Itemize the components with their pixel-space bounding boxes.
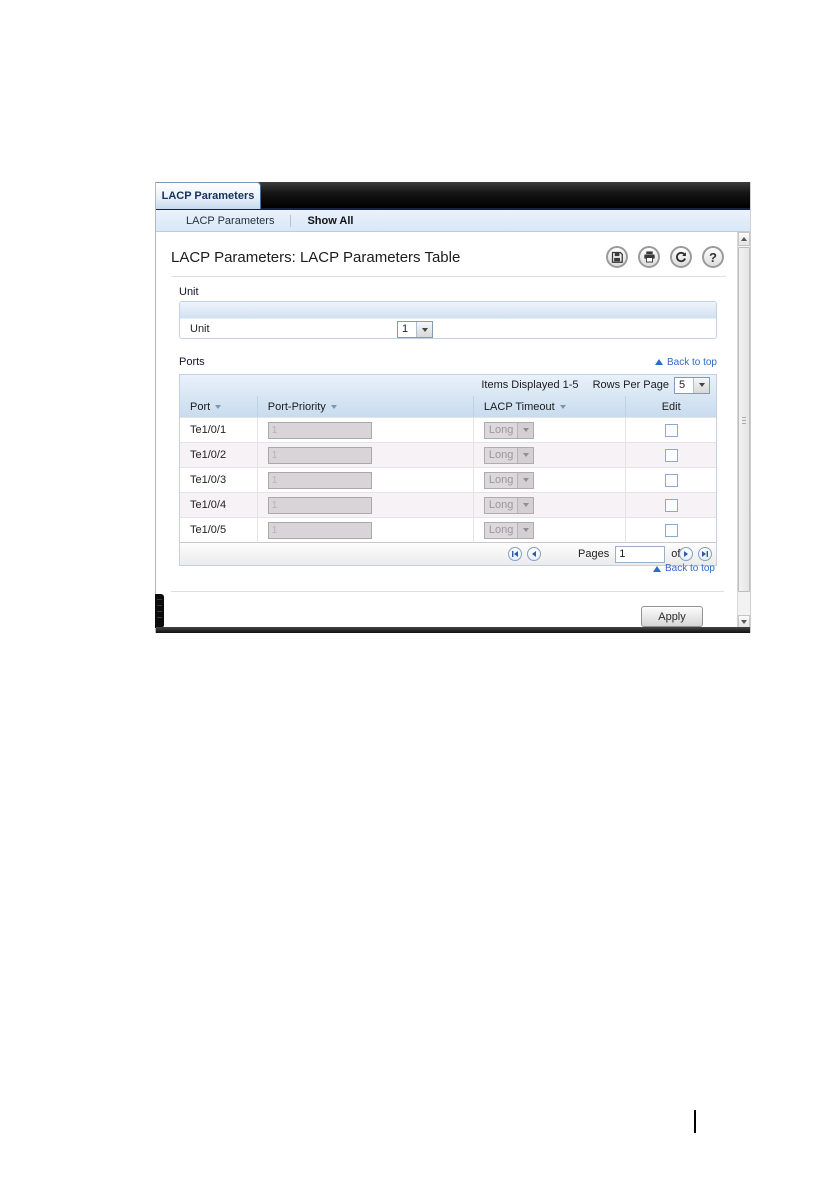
lacp-timeout-select: Long xyxy=(483,421,535,439)
chevron-down-icon xyxy=(517,497,534,513)
back-to-top-link[interactable]: Back to top xyxy=(654,357,717,368)
last-page-button[interactable] xyxy=(698,547,712,561)
print-button[interactable] xyxy=(638,246,660,268)
save-button[interactable] xyxy=(606,246,628,268)
chevron-down-icon xyxy=(693,377,709,393)
app-window: LACP Parameters LACP Parameters Show All… xyxy=(155,182,751,633)
ports-table: Items Displayed 1-5 Rows Per Page 5 Port xyxy=(179,374,717,566)
table-row: Te1/0/5 Long xyxy=(180,517,716,542)
table-row: Te1/0/3 Long xyxy=(180,467,716,492)
up-triangle-icon xyxy=(654,359,663,365)
subnav-item-show-all[interactable]: Show All xyxy=(291,210,369,231)
edit-checkbox[interactable] xyxy=(664,473,678,487)
sort-icon xyxy=(330,404,337,409)
title-divider xyxy=(171,276,726,277)
edit-checkbox[interactable] xyxy=(664,498,678,512)
scroll-up-button[interactable] xyxy=(738,232,750,246)
edit-checkbox[interactable] xyxy=(664,423,678,437)
scrollbar-grip-icon xyxy=(742,419,746,421)
tab-lacp-parameters[interactable]: LACP Parameters xyxy=(156,182,261,209)
unit-select[interactable]: 1 xyxy=(397,321,433,338)
scroll-up-icon xyxy=(741,237,747,241)
page-number-input[interactable] xyxy=(615,545,666,563)
unit-section-label: Unit xyxy=(179,286,199,298)
back-to-top-link[interactable]: Back to top xyxy=(652,563,715,574)
ports-section-label: Ports xyxy=(179,356,205,368)
items-displayed: Items Displayed 1-5 xyxy=(481,379,579,391)
port-cell: Te1/0/3 xyxy=(190,474,227,486)
edit-checkbox[interactable] xyxy=(664,523,678,537)
table-pagination: Pages of 5 xyxy=(180,542,716,565)
chevron-down-icon xyxy=(416,322,432,337)
ports-table-header: Items Displayed 1-5 Rows Per Page 5 Port xyxy=(180,375,716,417)
refresh-button[interactable] xyxy=(670,246,692,268)
footer-divider xyxy=(171,591,724,592)
chevron-down-icon xyxy=(517,522,534,538)
apply-button[interactable]: Apply xyxy=(641,606,703,627)
scrollbar-thumb[interactable] xyxy=(738,247,750,592)
sort-icon xyxy=(215,404,222,409)
port-priority-input xyxy=(267,521,372,539)
unit-select-value: 1 xyxy=(402,323,409,335)
sort-icon xyxy=(559,404,566,409)
port-cell: Te1/0/1 xyxy=(190,424,227,436)
previous-page-button[interactable] xyxy=(527,547,541,561)
column-header-port[interactable]: Port xyxy=(180,396,257,417)
subnav-item-lacp-parameters[interactable]: LACP Parameters xyxy=(170,210,290,231)
next-page-button[interactable] xyxy=(679,547,693,561)
table-row: Te1/0/1 Long xyxy=(180,417,716,442)
port-cell: Te1/0/5 xyxy=(190,524,227,536)
side-panel-handle[interactable] xyxy=(155,594,164,628)
column-header-edit: Edit xyxy=(625,396,716,417)
chevron-down-icon xyxy=(517,472,534,488)
first-page-icon xyxy=(511,550,519,558)
rows-per-page-label: Rows Per Page xyxy=(592,379,669,391)
column-header-port-priority[interactable]: Port-Priority xyxy=(256,396,473,417)
lacp-timeout-select: Long xyxy=(483,446,535,464)
save-icon xyxy=(611,251,623,263)
rows-per-page-value: 5 xyxy=(679,378,686,391)
vertical-scrollbar[interactable] xyxy=(737,232,750,629)
lacp-timeout-select: Long xyxy=(483,521,535,539)
table-row: Te1/0/4 Long xyxy=(180,492,716,517)
help-icon: ? xyxy=(709,249,717,265)
edit-checkbox[interactable] xyxy=(664,448,678,462)
port-cell: Te1/0/2 xyxy=(190,449,227,461)
next-page-icon xyxy=(682,550,690,558)
lacp-timeout-select: Long xyxy=(483,471,535,489)
port-priority-input xyxy=(267,471,372,489)
toolbar: ? xyxy=(606,246,724,268)
help-button[interactable]: ? xyxy=(702,246,724,268)
scroll-down-icon xyxy=(741,620,747,624)
subnav: LACP Parameters Show All xyxy=(156,210,750,232)
port-priority-input xyxy=(267,421,372,439)
first-page-button[interactable] xyxy=(508,547,522,561)
pages-label: Pages xyxy=(578,548,610,560)
tab-band: LACP Parameters xyxy=(156,182,750,210)
chevron-down-icon xyxy=(517,422,534,438)
port-priority-input xyxy=(267,496,372,514)
previous-page-icon xyxy=(530,550,538,558)
last-page-icon xyxy=(701,550,709,558)
table-row: Te1/0/2 Long xyxy=(180,442,716,467)
unit-panel-header xyxy=(180,302,716,319)
print-icon xyxy=(643,251,656,263)
refresh-icon xyxy=(675,251,687,263)
column-header-lacp-timeout[interactable]: LACP Timeout xyxy=(472,396,625,417)
up-triangle-icon xyxy=(652,565,661,572)
lacp-timeout-select: Long xyxy=(483,496,535,514)
window-bottom-strip xyxy=(156,627,750,633)
document-page: { "colors": { "link_blue": "#2e6bc0", "t… xyxy=(0,0,840,1192)
content-area: LACP Parameters: LACP Parameters Table ?… xyxy=(156,232,750,629)
port-cell: Te1/0/4 xyxy=(190,499,227,511)
tab-label: LACP Parameters xyxy=(161,190,255,202)
rows-per-page-select[interactable]: 5 xyxy=(674,376,710,394)
page-footer-mark xyxy=(694,1110,696,1133)
page-title: LACP Parameters: LACP Parameters Table xyxy=(171,248,461,266)
unit-field-label: Unit xyxy=(190,323,210,335)
unit-panel: Unit 1 xyxy=(179,301,717,339)
port-priority-input xyxy=(267,446,372,464)
chevron-down-icon xyxy=(517,447,534,463)
